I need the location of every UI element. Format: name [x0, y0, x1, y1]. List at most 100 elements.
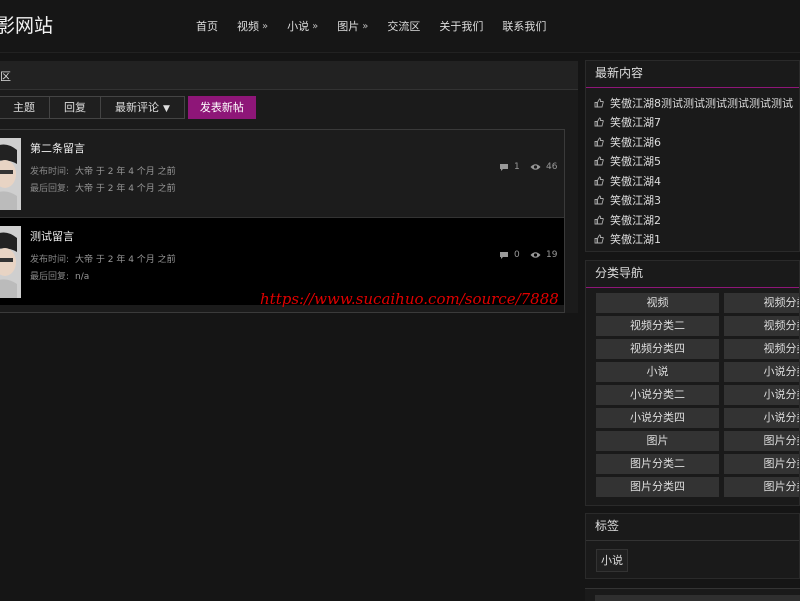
comment-icon: [500, 251, 508, 259]
category-button[interactable]: 视频分类二: [596, 316, 719, 336]
list-item[interactable]: 笑傲江湖2: [594, 210, 799, 230]
category-button[interactable]: 图片分类二: [596, 454, 719, 474]
avatar: [0, 226, 21, 298]
comment-icon: [500, 163, 508, 171]
category-button[interactable]: 小说分类二: [596, 385, 719, 405]
forum-panel: 区 主题 回复 最新评论 ▼ 发表新帖 第二条留言 发布时间: 大帝 于 2 年 4…: [0, 61, 578, 313]
tab-topics[interactable]: 主题: [0, 96, 50, 119]
panel-title: 标签: [586, 514, 799, 541]
category-nav-panel: 分类导航 视频 视频分类 视频分类二 视频分类 视频分类四 视频分类 小说 小说…: [585, 260, 800, 506]
chevron-right-icon: »: [312, 20, 319, 32]
meta-label: 最后回复:: [30, 184, 70, 194]
category-button[interactable]: 小说: [596, 362, 719, 382]
category-button[interactable]: 小说分类四: [596, 408, 719, 428]
list-item[interactable]: 笑傲江湖4: [594, 171, 799, 191]
list-item-label: 笑傲江湖6: [610, 135, 661, 149]
tags-panel: 标签 小说: [585, 513, 800, 579]
view-count-value: 19: [546, 250, 558, 260]
eye-icon: [530, 252, 541, 258]
list-item[interactable]: 笑傲江湖8测试测试测试测试测试测试: [594, 93, 799, 113]
list-item-label: 笑傲江湖7: [610, 116, 661, 130]
topic-title[interactable]: 第二条留言: [30, 140, 85, 156]
nav-label: 图片: [337, 20, 360, 33]
category-button[interactable]: 图片分类: [724, 477, 799, 497]
thumbs-up-icon: [594, 137, 604, 147]
list-item-label: 笑傲江湖5: [610, 155, 661, 169]
nav-item-home[interactable]: 首页: [196, 18, 218, 34]
forum-header: 区: [0, 61, 578, 90]
placeholder-bar: [595, 595, 800, 601]
category-button[interactable]: 图片分类: [724, 454, 799, 474]
new-post-button[interactable]: 发表新帖: [187, 96, 256, 119]
category-button[interactable]: 视频分类: [724, 339, 799, 359]
category-button[interactable]: 视频分类: [724, 316, 799, 336]
nav-item-video[interactable]: 视频»: [237, 18, 268, 34]
list-item[interactable]: 笑傲江湖3: [594, 191, 799, 211]
category-button[interactable]: 图片分类四: [596, 477, 719, 497]
category-button[interactable]: 小说分类: [724, 362, 799, 382]
reply-count-value: 0: [514, 250, 520, 260]
category-grid: 视频 视频分类 视频分类二 视频分类 视频分类四 视频分类 小说 小说分类 小说…: [596, 293, 799, 497]
recent-content-panel: 最新内容 笑傲江湖8测试测试测试测试测试测试 笑傲江湖7 笑傲江湖6 笑傲江湖5…: [585, 60, 800, 252]
category-button[interactable]: 图片分类: [724, 431, 799, 451]
main-nav: 首页 视频» 小说» 图片» 交流区 关于我们 联系我们: [196, 0, 565, 52]
panel-title: 分类导航: [586, 261, 799, 288]
thumbs-up-icon: [594, 98, 604, 108]
list-item-label: 笑傲江湖3: [610, 194, 661, 208]
tab-label: 最新评论: [115, 101, 159, 114]
thumbs-up-icon: [594, 117, 604, 127]
tab-latest-comments[interactable]: 最新评论 ▼: [100, 96, 185, 119]
nav-label: 视频: [237, 20, 259, 33]
nav-item-about[interactable]: 关于我们: [439, 18, 483, 34]
category-button[interactable]: 视频分类四: [596, 339, 719, 359]
topic-row[interactable]: 第二条留言 发布时间: 大帝 于 2 年 4 个月 之前 最后回复: 大帝 于 2 …: [0, 130, 564, 218]
category-button[interactable]: 小说分类: [724, 385, 799, 405]
meta-label: 最后回复:: [30, 272, 70, 282]
last-reply: 最后回复: 大帝 于 2 年 4 个月 之前: [30, 181, 176, 194]
nav-item-pictures[interactable]: 图片»: [337, 18, 368, 34]
tab-replies[interactable]: 回复: [49, 96, 101, 119]
topic-list: 第二条留言 发布时间: 大帝 于 2 年 4 个月 之前 最后回复: 大帝 于 2 …: [0, 129, 565, 313]
reply-count: 0: [499, 250, 520, 260]
meta-label: 发布时间:: [30, 255, 70, 265]
site-logo[interactable]: 影网站: [0, 11, 53, 38]
list-item[interactable]: 笑傲江湖1: [594, 230, 799, 250]
category-button[interactable]: 视频: [596, 293, 719, 313]
list-item[interactable]: 笑傲江湖6: [594, 132, 799, 152]
list-item-label: 笑傲江湖1: [610, 233, 661, 247]
nav-label: 交流区: [387, 20, 421, 33]
nav-item-novel[interactable]: 小说»: [287, 18, 318, 34]
chevron-right-icon: »: [262, 20, 269, 32]
view-count: 46: [530, 162, 557, 172]
view-count: 19: [530, 250, 557, 260]
category-button[interactable]: 视频分类: [724, 293, 799, 313]
meta-value: 大帝 于 2 年 4 个月 之前: [75, 184, 176, 194]
list-item[interactable]: 笑傲江湖5: [594, 152, 799, 172]
tag-chip[interactable]: 小说: [596, 549, 628, 572]
list-item-label: 笑傲江湖2: [610, 213, 661, 227]
thumbs-up-icon: [594, 176, 604, 186]
list-item[interactable]: 笑傲江湖7: [594, 113, 799, 133]
watermark-url: https://www.sucaihuo.com/source/7888: [260, 290, 559, 308]
nav-item-forum[interactable]: 交流区: [387, 18, 420, 34]
nav-label: 小说: [287, 20, 310, 33]
thumbs-up-icon: [594, 156, 604, 166]
eye-icon: [530, 164, 541, 170]
nav-item-contact[interactable]: 联系我们: [502, 18, 546, 34]
list-item-label: 笑傲江湖4: [610, 174, 661, 188]
chevron-right-icon: »: [362, 20, 369, 32]
avatar: [0, 138, 21, 210]
list-item-label: 笑傲江湖8测试测试测试测试测试测试: [610, 96, 793, 110]
meta-value: n/a: [75, 272, 90, 282]
thumbs-up-icon: [594, 195, 604, 205]
thumbs-up-icon: [594, 215, 604, 225]
nav-label: 首页: [196, 20, 218, 33]
reply-count: 1: [499, 162, 520, 172]
panel-title: 最新内容: [586, 61, 799, 88]
caret-down-icon: ▼: [163, 104, 170, 114]
category-button[interactable]: 小说分类: [724, 408, 799, 428]
forum-toolbar: 主题 回复 最新评论 ▼ 发表新帖: [0, 96, 256, 119]
reply-count-value: 1: [514, 162, 520, 172]
topic-title[interactable]: 测试留言: [30, 228, 74, 244]
category-button[interactable]: 图片: [596, 431, 719, 451]
